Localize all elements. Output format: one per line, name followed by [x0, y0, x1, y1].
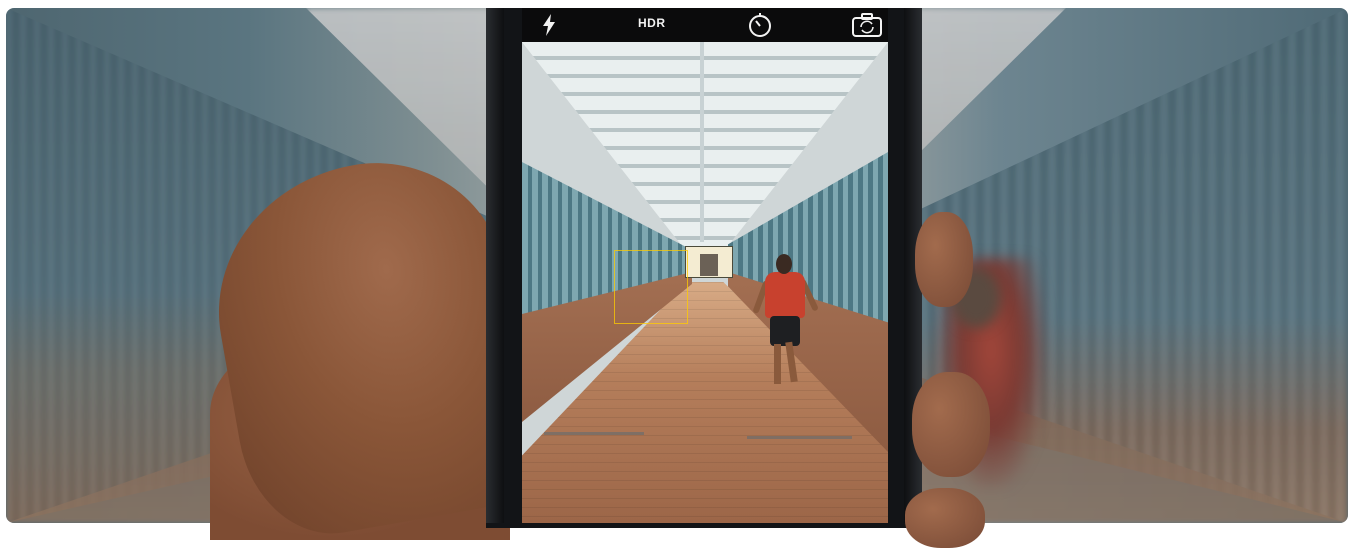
runner-left-leg: [774, 344, 781, 384]
finger-3: [905, 488, 985, 548]
focus-box: [614, 250, 688, 324]
camera-screen: HDR: [522, 8, 888, 523]
finger-2: [912, 372, 990, 477]
timer-icon[interactable]: [747, 12, 773, 38]
floor-marking-right: [747, 436, 852, 439]
camera-viewfinder[interactable]: [522, 42, 888, 523]
runner-shorts: [770, 316, 800, 346]
floor-marking-left: [544, 432, 644, 435]
finger-1: [915, 212, 973, 307]
camera-topbar: HDR: [522, 8, 888, 42]
phone-left-edge: [486, 8, 504, 523]
camera-flip-icon[interactable]: [852, 13, 882, 37]
hdr-toggle[interactable]: HDR: [638, 16, 666, 30]
corridor-end-door: [700, 254, 718, 276]
flash-icon[interactable]: [542, 14, 556, 36]
ceiling-center-line: [700, 42, 704, 242]
runner-head: [776, 254, 792, 274]
runner-torso: [765, 272, 805, 318]
